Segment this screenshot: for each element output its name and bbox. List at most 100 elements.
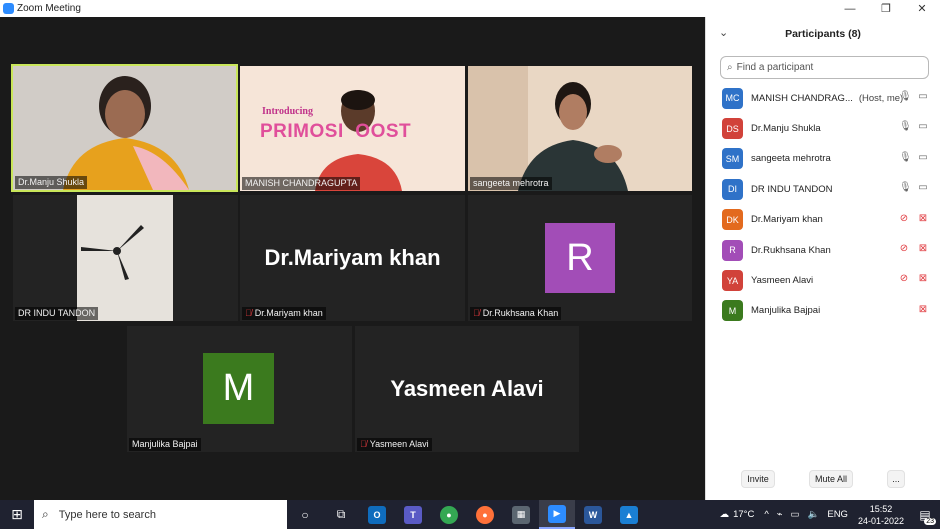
photos-icon[interactable]: ▲ (611, 500, 647, 529)
participant-search-input[interactable]: ⌕ Find a participant (720, 56, 929, 79)
search-icon: ⌕ (42, 507, 49, 521)
video-tile-mariyam-khan[interactable]: Dr.Mariyam khan 🎙̸ Dr.Mariyam khan (240, 195, 465, 321)
tile-name-tag: DR INDU TANDON (15, 307, 99, 320)
word-icon[interactable]: W (575, 500, 611, 529)
participant-row[interactable]: R Dr.Rukhsana Khan ⊘ ⊠ (706, 235, 940, 265)
participant-avatar: R (722, 239, 743, 261)
mic-icon[interactable]: 🎙 (899, 182, 912, 193)
participant-video (13, 195, 238, 321)
video-tile-manish-chandragupta[interactable]: Introducing PRIMOSI OOST MANISH CHANDRAG… (240, 66, 465, 191)
calculator-icon[interactable]: ▦ (503, 500, 539, 529)
mic-placeholder (899, 304, 909, 315)
participant-name: Dr.Rukhsana Khan (751, 244, 831, 256)
invite-button[interactable]: Invite (741, 470, 775, 488)
mic-icon[interactable]: 🎙 (899, 152, 912, 163)
chrome-icon[interactable]: ● (431, 500, 467, 529)
mic-icon[interactable]: 🎙 (899, 91, 912, 102)
video-icon[interactable]: ▭ (918, 91, 928, 102)
video-icon[interactable]: ▭ (918, 121, 928, 132)
notification-count: 23 (924, 518, 936, 525)
participant-avatar: M (722, 300, 743, 322)
participants-panel: ⌄ Participants (8) ⌕ Find a participant … (705, 17, 940, 500)
notifications-icon[interactable]: ▤ 23 (910, 500, 940, 529)
video-off-icon[interactable]: ⊠ (918, 213, 928, 224)
participant-name: MANISH CHANDRAG... (Host, me) (751, 92, 904, 104)
battery-icon[interactable]: ▭ (791, 509, 800, 520)
avatar-tile: R (545, 223, 615, 293)
participant-video (468, 66, 692, 191)
video-tile-indu-tandon[interactable]: DR INDU TANDON (13, 195, 238, 321)
mic-muted-icon[interactable]: ⊘ (899, 213, 909, 224)
tile-name-tag: 🎙̸ Dr.Rukhsana Khan (470, 307, 562, 320)
tray-overflow-icon[interactable]: ^ (764, 509, 768, 520)
clock[interactable]: 15:52 24-01-2022 (858, 503, 904, 527)
participant-row[interactable]: M Manjulika Bajpai ⊠ (706, 296, 940, 326)
minimize-button[interactable]: — (832, 0, 868, 17)
mute-all-button[interactable]: Mute All (809, 470, 853, 488)
participant-row[interactable]: MC MANISH CHANDRAG... (Host, me) 🎙 ▭ (706, 83, 940, 113)
video-tile-yasmeen-alavi[interactable]: Yasmeen Alavi 🎙̸ Yasmeen Alavi (355, 326, 579, 452)
participant-list: MC MANISH CHANDRAG... (Host, me) 🎙 ▭ DS Dr.Man… (706, 83, 940, 326)
participants-footer: Invite Mute All ... (706, 470, 940, 490)
more-options-button[interactable]: ... (887, 470, 905, 488)
outlook-icon[interactable]: O (359, 500, 395, 529)
mic-icon[interactable]: 🎙 (899, 121, 912, 132)
participant-row[interactable]: DI DR INDU TANDON 🎙 ▭ (706, 174, 940, 204)
participant-row[interactable]: YA Yasmeen Alavi ⊘ ⊠ (706, 265, 940, 295)
video-gallery: Dr.Manju Shukla Introducing PRIMOSI OOST… (0, 17, 705, 500)
participant-avatar: YA (722, 270, 743, 292)
task-view-icon[interactable]: ⧉ (323, 500, 359, 529)
participant-name: Dr.Manju Shukla (751, 123, 821, 135)
system-tray: ☁ 17°C ^ ⌁ ▭ 🔈 ENG 15:52 24-01-2022 ▤ 23 (720, 500, 940, 529)
tile-name-tag: 🎙̸ Yasmeen Alavi (357, 438, 432, 451)
participant-avatar: DI (722, 178, 743, 200)
language-indicator[interactable]: ENG (827, 509, 848, 520)
tile-name-tag: MANISH CHANDRAGUPTA (242, 177, 361, 190)
tile-name-tag: Manjulika Bajpai (129, 438, 201, 451)
mic-muted-icon[interactable]: ⊘ (899, 273, 909, 284)
participant-row[interactable]: DK Dr.Mariyam khan ⊘ ⊠ (706, 205, 940, 235)
banner-introducing: Introducing (262, 106, 313, 117)
zoom-app-icon (3, 3, 14, 14)
windows-start-icon[interactable]: ⊞ (0, 500, 34, 529)
mic-muted-icon[interactable]: ⊘ (899, 243, 909, 254)
weather-icon[interactable]: ☁ (720, 509, 730, 520)
restore-button[interactable]: ❐ (868, 0, 904, 17)
zoom-taskbar-icon[interactable]: ▶ (539, 500, 575, 529)
cortana-icon[interactable]: ○ (287, 500, 323, 529)
close-button[interactable]: ✕ (904, 0, 940, 17)
video-tile-rukhsana-khan[interactable]: R 🎙̸ Dr.Rukhsana Khan (468, 195, 692, 321)
participant-avatar: DK (722, 209, 743, 231)
video-tile-sangeeta-mehrotra[interactable]: sangeeta mehrotra (468, 66, 692, 191)
video-off-icon[interactable]: ⊠ (918, 273, 928, 284)
window-titlebar: Zoom Meeting — ❐ ✕ (0, 0, 940, 17)
participant-row[interactable]: DS Dr.Manju Shukla 🎙 ▭ (706, 113, 940, 143)
firefox-icon[interactable]: ● (467, 500, 503, 529)
participant-name: Dr.Mariyam khan (751, 214, 823, 226)
weather-temp[interactable]: 17°C (733, 509, 754, 520)
volume-icon[interactable]: 🔈 (808, 509, 820, 520)
participant-avatar: DS (722, 118, 743, 140)
video-icon[interactable]: ▭ (918, 152, 928, 163)
tile-name-tag: 🎙̸ Dr.Mariyam khan (242, 307, 326, 320)
chevron-down-icon[interactable]: ⌄ (719, 26, 728, 39)
mic-muted-icon: 🎙̸ (245, 308, 252, 318)
video-icon[interactable]: ▭ (918, 182, 928, 193)
avatar-tile: M (203, 353, 274, 424)
participant-display-name: Yasmeen Alavi (390, 376, 544, 401)
participant-avatar: MC (722, 87, 743, 109)
video-off-icon[interactable]: ⊠ (918, 304, 928, 315)
video-tile-manju-shukla[interactable]: Dr.Manju Shukla (11, 64, 238, 192)
windows-taskbar: ⊞ ⌕ Type here to search ○ ⧉ O T ● ● ▦ ▶ … (0, 500, 940, 529)
mic-muted-icon: 🎙̸ (473, 308, 480, 318)
taskbar-search-input[interactable]: ⌕ Type here to search (34, 500, 287, 529)
video-tile-manjulika-bajpai[interactable]: M Manjulika Bajpai (127, 326, 352, 452)
tile-name-tag: Dr.Manju Shukla (15, 176, 88, 189)
video-off-icon[interactable]: ⊠ (918, 243, 928, 254)
participant-avatar: SM (722, 148, 743, 170)
teams-icon[interactable]: T (395, 500, 431, 529)
network-icon[interactable]: ⌁ (777, 509, 783, 520)
participant-row[interactable]: SM sangeeta mehrotra 🎙 ▭ (706, 144, 940, 174)
participant-name: DR INDU TANDON (751, 183, 833, 195)
mic-muted-icon: 🎙̸ (360, 439, 367, 449)
